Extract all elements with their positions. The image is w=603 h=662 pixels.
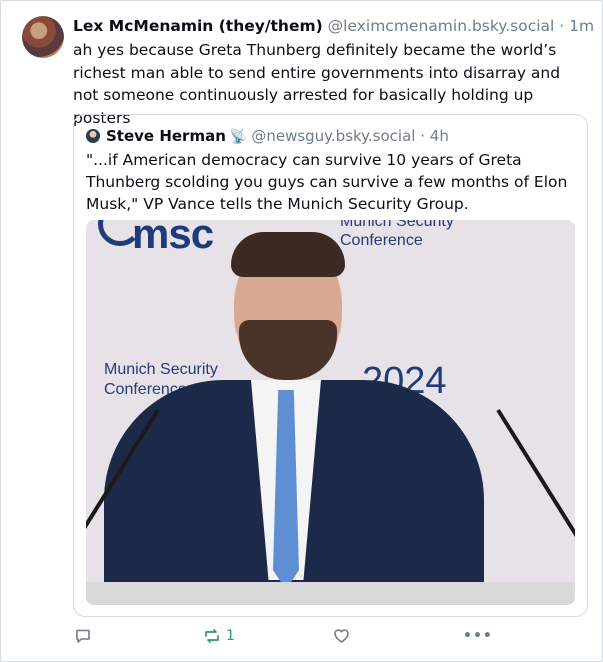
- post-header: Lex McMenamin (they/them) @leximcmenamin…: [73, 15, 594, 37]
- repost-button[interactable]: 1: [203, 625, 235, 647]
- separator: ·: [559, 17, 565, 35]
- author-name[interactable]: Lex McMenamin (they/them): [73, 17, 323, 35]
- quote-author-handle[interactable]: @newsguy.bsky.social: [251, 127, 415, 145]
- author-handle[interactable]: @leximcmenamin.bsky.social: [328, 17, 555, 35]
- author-avatar[interactable]: [22, 16, 64, 58]
- post-card[interactable]: Lex McMenamin (they/them) @leximcmenamin…: [0, 0, 603, 662]
- satellite-icon: 📡: [229, 129, 248, 145]
- repost-count: 1: [226, 628, 235, 644]
- podium: [86, 582, 575, 605]
- heart-icon: [333, 628, 350, 644]
- repost-icon: [203, 628, 221, 644]
- reply-button[interactable]: [75, 625, 91, 647]
- speaker-hair: [231, 232, 345, 277]
- reply-icon: [75, 628, 91, 644]
- quote-time[interactable]: 4h: [430, 127, 449, 145]
- post-actions: 1 •••: [75, 625, 495, 647]
- separator: ·: [420, 127, 426, 145]
- post-time[interactable]: 1m: [569, 17, 594, 35]
- conference-sign-top: Munich Security Conference: [340, 220, 454, 249]
- quote-author-avatar[interactable]: [86, 129, 100, 143]
- speaker-beard: [239, 320, 337, 380]
- quote-header: Steve Herman 📡 @newsguy.bsky.social · 4h: [86, 125, 449, 147]
- like-button[interactable]: [333, 625, 350, 647]
- msc-logo-text: msc: [132, 220, 214, 257]
- quoted-post[interactable]: Steve Herman 📡 @newsguy.bsky.social · 4h "…: [73, 114, 588, 617]
- quote-author-name[interactable]: Steve Herman: [106, 127, 226, 145]
- more-icon: •••: [463, 628, 493, 644]
- quote-image[interactable]: msc Munich Security Conference Munich Sec…: [86, 220, 575, 605]
- microphone-right: [496, 408, 575, 556]
- quote-text: "...if American democracy can survive 10…: [86, 151, 568, 213]
- more-options-button[interactable]: •••: [463, 625, 493, 647]
